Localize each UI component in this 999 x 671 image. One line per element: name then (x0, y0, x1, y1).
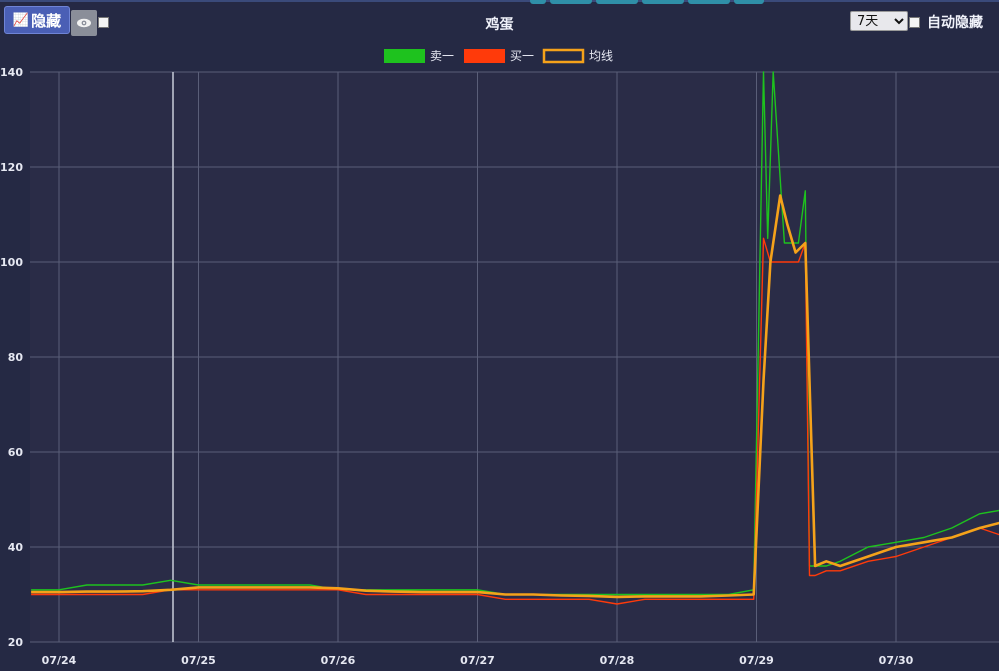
x-tick-label: 07/25 (181, 654, 216, 667)
legend-label[interactable]: 均线 (589, 49, 613, 63)
y-tick-label: 40 (8, 541, 24, 554)
y-tick-label: 100 (0, 256, 23, 269)
x-tick-label: 07/27 (460, 654, 495, 667)
price-chart: 20406080100120140 07/24 07/25 07/26 07/27 07… (0, 48, 999, 667)
x-tick-label: 07/26 (321, 654, 356, 667)
x-tick-label: 07/30 (879, 654, 914, 667)
x-tick-label: 07/24 (42, 654, 77, 667)
y-axis: 20 40 60 80 100 120 140 (0, 66, 23, 649)
legend-swatch[interactable] (464, 49, 505, 63)
y-tick-label: 140 (0, 66, 23, 79)
x-tick-label: 07/29 (739, 654, 774, 667)
y-tick-label: 20 (8, 636, 24, 649)
legend[interactable]: 卖一 买一 均线 (384, 48, 613, 64)
x-tick-label: 07/28 (600, 654, 635, 667)
y-tick-label: 80 (8, 351, 24, 364)
legend-swatch[interactable] (542, 48, 585, 64)
legend-label[interactable]: 卖一 (430, 49, 454, 63)
y-tick-label: 60 (8, 446, 24, 459)
legend-label[interactable]: 买一 (510, 49, 534, 63)
legend-swatch[interactable] (384, 49, 425, 63)
x-axis: 07/24 07/25 07/26 07/27 07/28 07/29 07/30 (42, 654, 914, 667)
y-tick-label: 120 (0, 161, 23, 174)
